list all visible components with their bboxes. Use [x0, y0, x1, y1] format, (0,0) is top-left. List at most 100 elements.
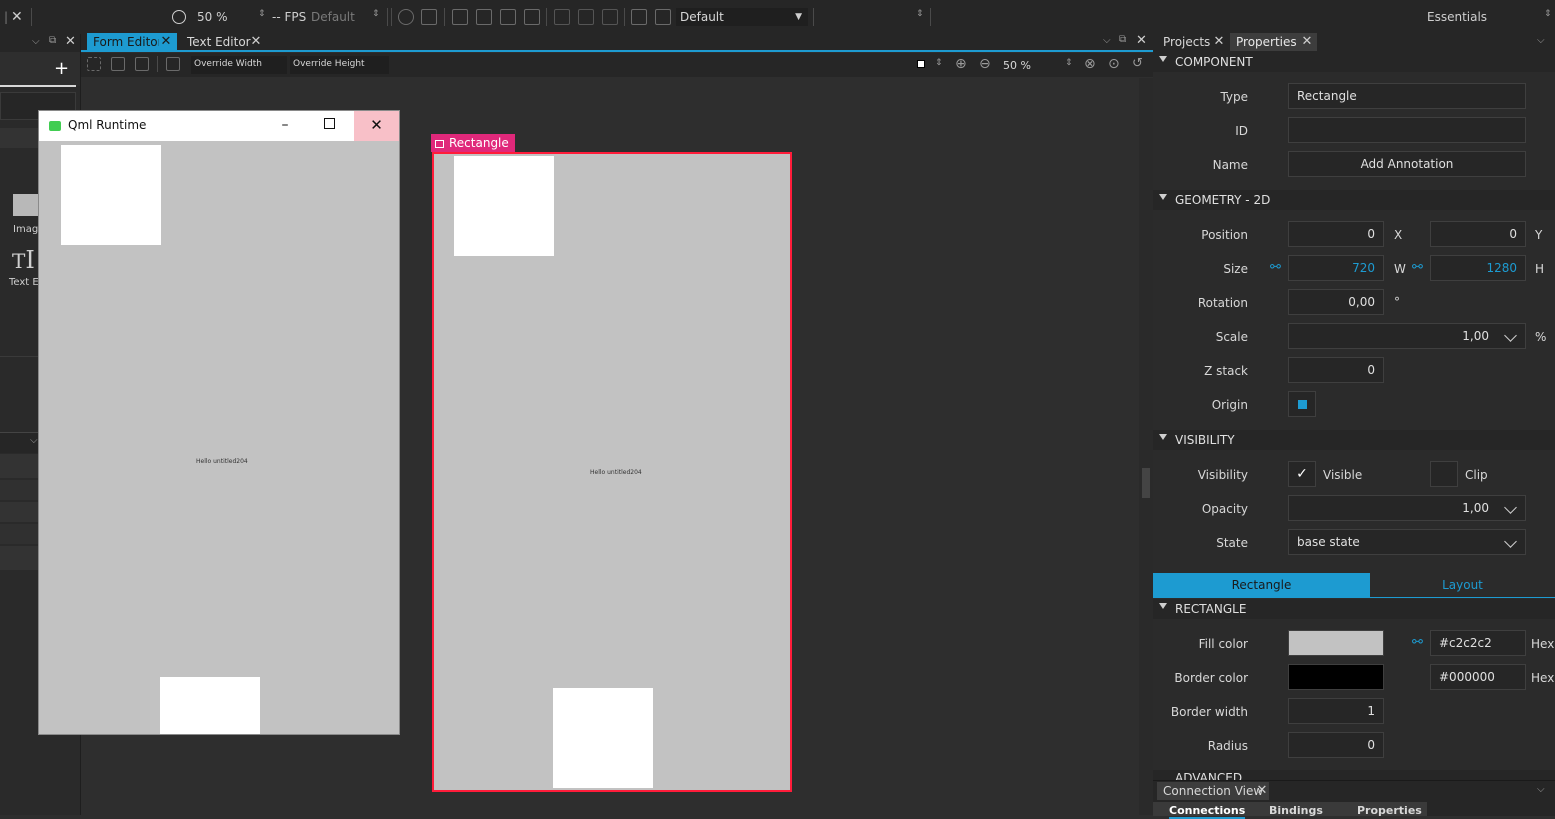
section-geometry[interactable]: GEOMETRY - 2D [1153, 190, 1555, 210]
float-icon[interactable]: ⧉ [1119, 34, 1126, 45]
stepper-icon[interactable]: ⇕ [916, 9, 924, 19]
zoom-out-icon[interactable]: ⊖ [979, 56, 991, 72]
close-icon[interactable]: ✕ [1212, 33, 1226, 51]
navigator-row[interactable] [0, 454, 40, 478]
stepper-icon[interactable]: ⇕ [935, 58, 943, 68]
fps-stepper-icon[interactable]: ⇕ [372, 9, 380, 19]
height-field[interactable]: 1280 [1430, 255, 1526, 281]
width-field[interactable]: 720 [1288, 255, 1384, 281]
navigator-row[interactable] [0, 546, 40, 570]
subtab-rectangle[interactable]: Rectangle [1153, 573, 1370, 598]
link-icon[interactable]: ⚯ [1412, 260, 1423, 275]
reset-icon[interactable] [655, 9, 671, 25]
chevron-down-icon[interactable]: ⌵ [30, 435, 38, 446]
editor-scrollbar[interactable] [1139, 78, 1153, 815]
edit-icon[interactable] [631, 9, 647, 25]
style-select[interactable]: Default ▼ [676, 8, 808, 26]
close-icon[interactable]: ✕ [159, 33, 173, 51]
subtab-properties[interactable]: Properties [1357, 804, 1422, 817]
subtab-connections[interactable]: Connections [1169, 804, 1246, 819]
section-advanced[interactable]: ADVANCED [1153, 770, 1555, 780]
link-icon[interactable]: ⚯ [1412, 635, 1423, 650]
close-icon[interactable]: ✕ [65, 34, 76, 49]
section-visibility[interactable]: VISIBILITY [1153, 430, 1555, 450]
hello-text[interactable]: Hello untitled204 [590, 469, 642, 476]
visible-checkbox[interactable]: ✓ [1288, 461, 1316, 487]
canvas-root-rectangle[interactable]: Hello untitled204 [432, 152, 792, 792]
reset-view-icon[interactable]: ↺ [1132, 56, 1143, 71]
white-rectangle-top[interactable] [454, 156, 554, 256]
override-width-input[interactable]: Override Width [191, 56, 287, 74]
x-field[interactable]: 0 [1288, 221, 1384, 247]
add-import-button[interactable]: + [54, 58, 69, 79]
opacity-field[interactable]: 1,00 [1288, 495, 1526, 521]
state-select[interactable]: base state [1288, 529, 1526, 555]
anchor-icon[interactable] [111, 57, 125, 71]
border-color-swatch[interactable] [1288, 664, 1384, 690]
type-field[interactable]: Rectangle [1288, 83, 1526, 109]
close-icon[interactable]: ✕ [1136, 33, 1147, 48]
close-icon[interactable]: ✕ [249, 33, 263, 51]
row-layout-icon[interactable] [554, 9, 570, 25]
chevron-down-icon[interactable]: ⌵ [32, 36, 40, 47]
close-document-icon[interactable]: ✕ [11, 9, 23, 25]
fill-color-swatch[interactable] [1288, 630, 1384, 656]
column-layout-icon[interactable] [578, 9, 594, 25]
chevron-down-icon[interactable]: ⌵ [1537, 35, 1545, 46]
zoom-stepper-icon[interactable]: ⇕ [1065, 58, 1073, 68]
selection-label[interactable]: Rectangle [431, 134, 515, 152]
paste-icon[interactable] [476, 9, 492, 25]
navigator-row[interactable] [0, 524, 40, 544]
zstack-field[interactable]: 0 [1288, 357, 1384, 383]
chevron-down-icon[interactable]: ⌵ [1537, 784, 1545, 795]
zoom-all-icon[interactable]: ⊗ [1084, 56, 1096, 72]
close-icon[interactable]: ✕ [1300, 33, 1314, 51]
bounds-icon[interactable] [135, 57, 149, 71]
navigator-row[interactable] [0, 502, 40, 522]
zoom-in-icon[interactable]: ⊕ [955, 56, 967, 72]
border-hex-field[interactable]: #000000 [1430, 664, 1526, 690]
copy-icon[interactable] [452, 9, 468, 25]
y-field[interactable]: 0 [1430, 221, 1526, 247]
rotation-field[interactable]: 0,00 [1288, 289, 1384, 315]
scale-field[interactable]: 1,00 [1288, 323, 1526, 349]
float-icon[interactable]: ⧉ [49, 35, 56, 46]
clip-checkbox[interactable] [1430, 461, 1458, 487]
fps-mode[interactable]: Default [311, 10, 355, 24]
border-width-field[interactable]: 1 [1288, 698, 1384, 724]
origin-picker[interactable] [1288, 391, 1316, 417]
workspace-stepper-icon[interactable]: ⇕ [1544, 9, 1552, 19]
add-annotation-button[interactable]: Add Annotation [1288, 151, 1526, 177]
crosshair-icon[interactable] [398, 9, 414, 25]
section-rectangle[interactable]: RECTANGLE [1153, 599, 1555, 619]
background-color-icon[interactable] [917, 60, 925, 68]
close-icon[interactable]: ✕ [1255, 782, 1269, 800]
override-height-input[interactable]: Override Height [290, 56, 389, 74]
fill-hex-field[interactable]: #c2c2c2 [1430, 630, 1526, 656]
zoom-value[interactable]: 50 % [197, 10, 228, 24]
select-icon[interactable] [166, 57, 180, 71]
live-preview-icon[interactable] [172, 10, 186, 24]
link-icon[interactable]: ⚯ [1270, 260, 1281, 275]
scrollbar-thumb[interactable] [1142, 468, 1150, 498]
chevron-down-icon[interactable]: ⌵ [1103, 35, 1111, 46]
screenshot-icon[interactable] [421, 9, 437, 25]
snap-icon[interactable] [87, 57, 101, 71]
section-component[interactable]: COMPONENT [1153, 52, 1555, 72]
zoom-selection-icon[interactable]: ⊙ [1108, 56, 1120, 72]
zoom-stepper-icon[interactable]: ⇕ [258, 9, 266, 19]
close-window-button[interactable]: ✕ [354, 111, 399, 141]
tab-text-editor[interactable]: Text Editor [181, 33, 257, 51]
white-rectangle-bottom[interactable] [553, 688, 653, 788]
grid-layout-icon[interactable] [602, 9, 618, 25]
maximize-button[interactable] [324, 118, 335, 129]
canvas-zoom-value[interactable]: 50 % [1003, 59, 1031, 72]
subtab-bindings[interactable]: Bindings [1269, 804, 1323, 817]
tab-connection-view[interactable]: Connection View [1157, 782, 1270, 800]
radius-field[interactable]: 0 [1288, 732, 1384, 758]
navigator-row[interactable] [0, 480, 40, 500]
id-field[interactable] [1288, 117, 1526, 143]
subtab-layout[interactable]: Layout [1370, 573, 1555, 598]
workspace-select[interactable]: Essentials [1427, 10, 1487, 24]
group-icon[interactable] [500, 9, 516, 25]
